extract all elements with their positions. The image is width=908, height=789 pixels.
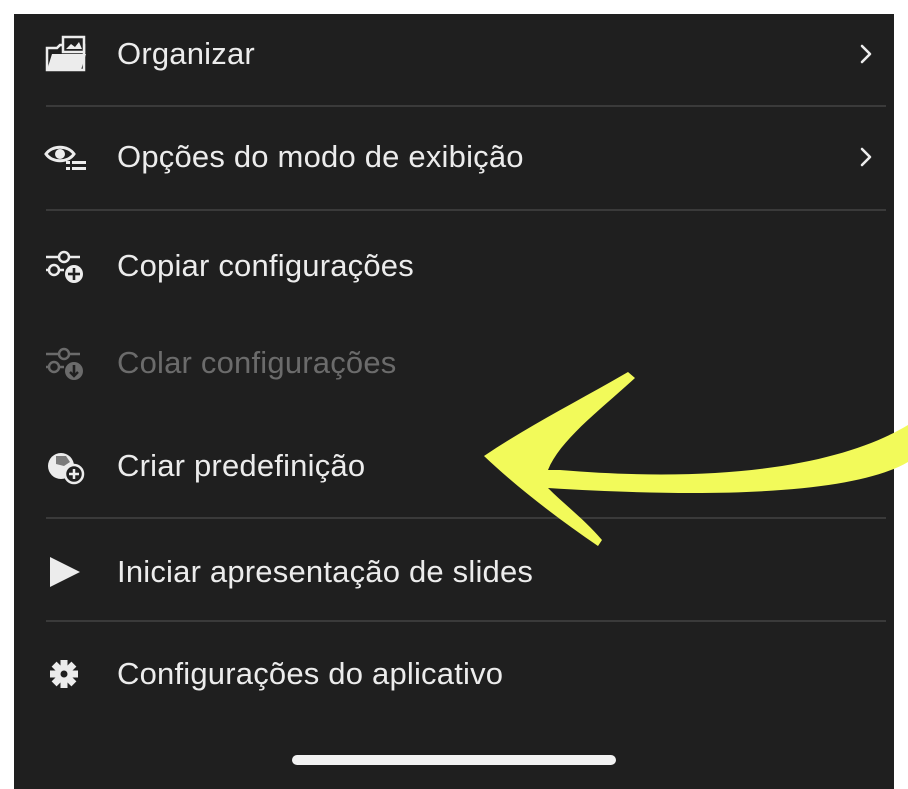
menu-item-organizar[interactable]: Organizar [14, 6, 894, 102]
chevron-right-icon [854, 145, 878, 169]
chevron-right-icon [854, 42, 878, 66]
context-menu: Organizar Opções do modo de exibição Cop… [14, 14, 894, 789]
paste-settings-icon [44, 341, 88, 385]
menu-item-copy-settings[interactable]: Copiar configurações [14, 218, 894, 314]
menu-divider [46, 517, 886, 519]
copy-settings-icon [44, 244, 88, 288]
menu-divider [46, 105, 886, 107]
folder-photo-icon [44, 32, 88, 76]
gear-icon [44, 652, 88, 696]
menu-item-label: Opções do modo de exibição [117, 139, 524, 174]
menu-item-label: Copiar configurações [117, 248, 414, 283]
menu-item-label: Criar predefinição [117, 448, 366, 483]
menu-item-label: Iniciar apresentação de slides [117, 554, 534, 589]
menu-item-paste-settings[interactable]: Colar configurações [14, 315, 894, 411]
menu-divider [46, 620, 886, 622]
menu-item-label: Organizar [117, 36, 255, 71]
menu-item-view-options[interactable]: Opções do modo de exibição [14, 109, 894, 205]
menu-item-label: Configurações do aplicativo [117, 656, 504, 691]
view-options-icon [44, 135, 88, 179]
menu-item-label: Colar configurações [117, 345, 397, 380]
home-indicator [292, 755, 616, 765]
play-icon [44, 550, 88, 594]
create-preset-icon [44, 444, 88, 488]
menu-item-start-slideshow[interactable]: Iniciar apresentação de slides [14, 524, 894, 620]
menu-item-app-settings[interactable]: Configurações do aplicativo [14, 626, 894, 722]
menu-item-create-preset[interactable]: Criar predefinição [14, 418, 894, 514]
menu-divider [46, 209, 886, 211]
